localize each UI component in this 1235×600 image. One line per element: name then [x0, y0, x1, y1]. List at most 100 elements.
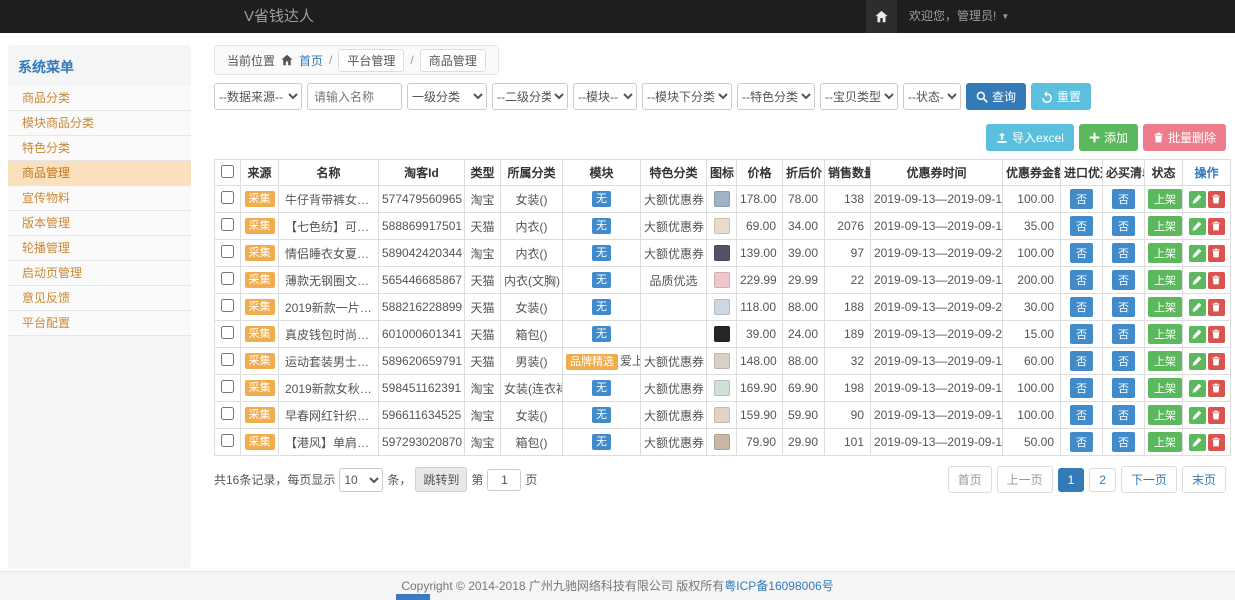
pager-button-first[interactable]: 首页 [948, 466, 992, 493]
product-name[interactable]: 2019新款女秋薄款... [279, 375, 379, 402]
filter-source-select[interactable]: --数据来源-- [214, 83, 302, 110]
edit-button[interactable] [1189, 272, 1206, 289]
import-toggle-button[interactable]: 否 [1070, 270, 1093, 290]
import-toggle-button[interactable]: 否 [1070, 378, 1093, 398]
import-toggle-button[interactable]: 否 [1070, 324, 1093, 344]
edit-button[interactable] [1189, 218, 1206, 235]
delete-button[interactable] [1208, 218, 1225, 235]
product-name[interactable]: 薄款无钢圈文胸聚拢性... [279, 267, 379, 294]
row-checkbox[interactable] [221, 218, 234, 231]
reset-button[interactable]: 重置 [1031, 83, 1091, 110]
status-button[interactable]: 上架 [1148, 351, 1182, 371]
pager-button-last[interactable]: 末页 [1182, 466, 1226, 493]
sidebar-item-carousel-manage[interactable]: 轮播管理 [8, 236, 191, 261]
edit-button[interactable] [1189, 434, 1206, 451]
delete-button[interactable] [1208, 326, 1225, 343]
delete-button[interactable] [1208, 245, 1225, 262]
delete-button[interactable] [1208, 272, 1225, 289]
row-checkbox[interactable] [221, 407, 234, 420]
row-checkbox[interactable] [221, 326, 234, 339]
row-checkbox[interactable] [221, 272, 234, 285]
import-excel-button[interactable]: 导入excel [986, 124, 1074, 151]
sidebar-item-feedback[interactable]: 意见反馈 [8, 286, 191, 311]
filter-status-select[interactable]: --状态-- [903, 83, 961, 110]
edit-button[interactable] [1189, 191, 1206, 208]
select-all-checkbox[interactable] [221, 165, 234, 178]
sidebar-item-goods-manage[interactable]: 商品管理 [8, 161, 191, 186]
product-name[interactable]: 运动套装男士卫衣初秋... [279, 348, 379, 375]
row-checkbox[interactable] [221, 380, 234, 393]
jump-button[interactable]: 跳转到 [415, 467, 467, 492]
sidebar-item-promo-material[interactable]: 宣传物料 [8, 186, 191, 211]
per-page-select[interactable]: 10 [339, 468, 383, 492]
name-filter-input[interactable] [307, 83, 402, 110]
add-button[interactable]: 添加 [1079, 124, 1138, 151]
product-name[interactable]: 情侣睡衣女夏蕾丝男士... [279, 240, 379, 267]
row-checkbox[interactable] [221, 191, 234, 204]
filter-level2-select[interactable]: --二级分类-- [492, 83, 568, 110]
delete-button[interactable] [1208, 380, 1225, 397]
must-buy-toggle-button[interactable]: 否 [1112, 189, 1135, 209]
pager-button-prev[interactable]: 上一页 [997, 466, 1053, 493]
breadcrumb-home-link[interactable]: 首页 [299, 52, 323, 69]
delete-button[interactable] [1208, 191, 1225, 208]
status-button[interactable]: 上架 [1148, 378, 1182, 398]
must-buy-toggle-button[interactable]: 否 [1112, 297, 1135, 317]
import-toggle-button[interactable]: 否 [1070, 351, 1093, 371]
delete-button[interactable] [1208, 299, 1225, 316]
delete-button[interactable] [1208, 353, 1225, 370]
import-toggle-button[interactable]: 否 [1070, 216, 1093, 236]
delete-button[interactable] [1208, 407, 1225, 424]
must-buy-toggle-button[interactable]: 否 [1112, 243, 1135, 263]
breadcrumb-item-platform[interactable]: 平台管理 [338, 49, 404, 72]
edit-button[interactable] [1189, 326, 1206, 343]
must-buy-toggle-button[interactable]: 否 [1112, 351, 1135, 371]
sidebar-item-platform-config[interactable]: 平台配置 [8, 311, 191, 336]
status-button[interactable]: 上架 [1148, 216, 1182, 236]
icp-link[interactable]: 粤ICP备16098006号 [724, 579, 833, 593]
must-buy-toggle-button[interactable]: 否 [1112, 216, 1135, 236]
sidebar-item-module-goods-category[interactable]: 模块商品分类 [8, 111, 191, 136]
pager-button-1[interactable]: 1 [1058, 468, 1085, 492]
status-button[interactable]: 上架 [1148, 189, 1182, 209]
must-buy-toggle-button[interactable]: 否 [1112, 270, 1135, 290]
product-name[interactable]: 2019新款一片式系... [279, 294, 379, 321]
must-buy-toggle-button[interactable]: 否 [1112, 405, 1135, 425]
import-toggle-button[interactable]: 否 [1070, 297, 1093, 317]
must-buy-toggle-button[interactable]: 否 [1112, 324, 1135, 344]
breadcrumb-item-goods[interactable]: 商品管理 [420, 49, 486, 72]
filter-item-type-select[interactable]: --宝贝类型-- [820, 83, 898, 110]
edit-button[interactable] [1189, 407, 1206, 424]
user-menu[interactable]: 欢迎您，管理员! ▼ [897, 0, 1021, 33]
edit-button[interactable] [1189, 299, 1206, 316]
sidebar-item-splash-manage[interactable]: 启动页管理 [8, 261, 191, 286]
edit-button[interactable] [1189, 380, 1206, 397]
product-name[interactable]: 【港风】单肩斜挎链条... [279, 429, 379, 456]
import-toggle-button[interactable]: 否 [1070, 243, 1093, 263]
product-name[interactable]: 真皮钱包时尚优雅女士... [279, 321, 379, 348]
delete-button[interactable] [1208, 434, 1225, 451]
sidebar-item-version-manage[interactable]: 版本管理 [8, 211, 191, 236]
home-button[interactable] [866, 0, 897, 33]
status-button[interactable]: 上架 [1148, 405, 1182, 425]
import-toggle-button[interactable]: 否 [1070, 432, 1093, 452]
status-button[interactable]: 上架 [1148, 270, 1182, 290]
row-checkbox[interactable] [221, 353, 234, 366]
filter-module-sub-select[interactable]: --模块下分类-- [642, 83, 732, 110]
search-button[interactable]: 查询 [966, 83, 1026, 110]
must-buy-toggle-button[interactable]: 否 [1112, 432, 1135, 452]
status-button[interactable]: 上架 [1148, 243, 1182, 263]
product-name[interactable]: 牛仔背带裤女秋装减龄... [279, 186, 379, 213]
must-buy-toggle-button[interactable]: 否 [1112, 378, 1135, 398]
row-checkbox[interactable] [221, 434, 234, 447]
pager-button-2[interactable]: 2 [1089, 468, 1116, 492]
status-button[interactable]: 上架 [1148, 324, 1182, 344]
import-toggle-button[interactable]: 否 [1070, 189, 1093, 209]
status-button[interactable]: 上架 [1148, 432, 1182, 452]
filter-feature-select[interactable]: --特色分类-- [737, 83, 815, 110]
row-checkbox[interactable] [221, 245, 234, 258]
import-toggle-button[interactable]: 否 [1070, 405, 1093, 425]
sidebar-item-feature-category[interactable]: 特色分类 [8, 136, 191, 161]
filter-module-select[interactable]: --模块-- [573, 83, 637, 110]
pager-button-next[interactable]: 下一页 [1121, 466, 1177, 493]
